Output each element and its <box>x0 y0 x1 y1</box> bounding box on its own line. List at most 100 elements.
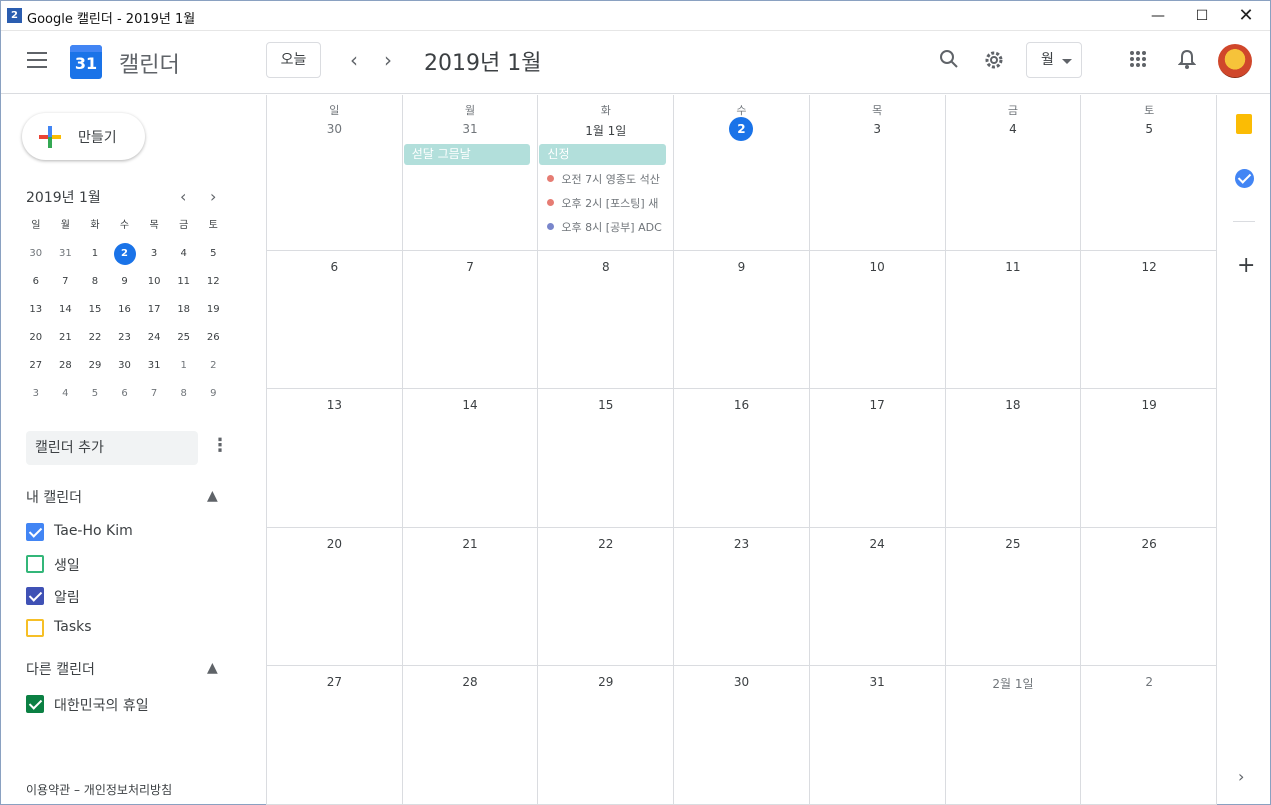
day-number[interactable]: 28 <box>403 675 538 689</box>
mini-day[interactable]: 28 <box>51 355 81 383</box>
keep-icon[interactable] <box>1236 114 1252 134</box>
chevron-up-icon[interactable]: ▲ <box>207 488 218 504</box>
day-cell[interactable]: 28 <box>403 666 539 804</box>
mini-day[interactable]: 26 <box>198 327 228 355</box>
mini-day[interactable]: 31 <box>51 243 81 271</box>
day-number[interactable]: 30 <box>674 675 809 689</box>
day-cell[interactable]: 31 <box>810 666 946 804</box>
checkbox[interactable] <box>26 695 44 713</box>
day-cell[interactable]: 7 <box>403 251 539 388</box>
day-cell[interactable]: 20 <box>267 528 403 665</box>
checkbox[interactable] <box>26 523 44 541</box>
mini-day[interactable]: 3 <box>21 383 51 411</box>
day-number[interactable]: 29 <box>538 675 673 689</box>
mini-day[interactable]: 30 <box>21 243 51 271</box>
mini-day[interactable]: 4 <box>51 383 81 411</box>
day-number[interactable]: 16 <box>674 398 809 412</box>
mini-day[interactable]: 15 <box>80 299 110 327</box>
mini-day[interactable]: 13 <box>21 299 51 327</box>
mini-day[interactable]: 11 <box>169 271 199 299</box>
day-number[interactable]: 8 <box>538 260 673 274</box>
checkbox[interactable] <box>26 555 44 573</box>
day-number[interactable]: 4 <box>946 122 1081 136</box>
checkbox[interactable] <box>26 619 44 637</box>
timed-event[interactable]: 오전 7시 영종도 석산 <box>547 171 671 187</box>
day-cell[interactable]: 29 <box>538 666 675 804</box>
mini-day[interactable]: 29 <box>80 355 110 383</box>
day-cell[interactable]: 12 <box>1081 251 1217 388</box>
mini-day[interactable]: 2 <box>110 243 140 271</box>
expand-icon[interactable]: › <box>1238 767 1244 786</box>
mini-day[interactable]: 22 <box>80 327 110 355</box>
day-number[interactable]: 24 <box>810 537 945 551</box>
day-number[interactable]: 30 <box>267 122 402 136</box>
tasks-icon[interactable] <box>1235 169 1254 188</box>
mini-day[interactable]: 10 <box>139 271 169 299</box>
mini-day[interactable]: 17 <box>139 299 169 327</box>
day-cell[interactable]: 24 <box>810 528 946 665</box>
checkbox[interactable] <box>26 587 44 605</box>
day-cell[interactable]: 6 <box>267 251 403 388</box>
day-number[interactable]: 2 <box>1081 675 1217 689</box>
holiday-event[interactable]: 섣달 그믐날 <box>403 144 531 165</box>
day-cell[interactable]: 21 <box>403 528 539 665</box>
day-cell[interactable]: 19 <box>1081 389 1217 527</box>
day-cell[interactable]: 토5 <box>1081 95 1217 250</box>
day-cell[interactable]: 월 31 섣달 그믐날 <box>403 95 539 250</box>
settings-icon[interactable] <box>983 49 1005 76</box>
day-cell[interactable]: 2월 1일 <box>946 666 1082 804</box>
day-cell[interactable]: 화 1월 1일 신정 오전 7시 영종도 석산 오후 2시 [포스팅] 새 오후 8시 [… <box>538 95 675 250</box>
mini-day[interactable]: 6 <box>21 271 51 299</box>
day-cell[interactable]: 30 <box>674 666 810 804</box>
mini-day[interactable]: 3 <box>139 243 169 271</box>
mini-day[interactable]: 12 <box>198 271 228 299</box>
day-cell[interactable]: 27 <box>267 666 403 804</box>
day-cell[interactable]: 2 <box>1081 666 1217 804</box>
day-number[interactable]: 18 <box>946 398 1081 412</box>
day-number[interactable]: 14 <box>403 398 538 412</box>
day-number[interactable]: 2월 1일 <box>946 675 1081 692</box>
day-number[interactable]: 7 <box>403 260 538 274</box>
day-number[interactable]: 13 <box>267 398 402 412</box>
day-number[interactable]: 2 <box>674 117 809 141</box>
mini-day[interactable]: 23 <box>110 327 140 355</box>
day-number[interactable]: 27 <box>267 675 402 689</box>
mini-day[interactable]: 27 <box>21 355 51 383</box>
day-cell[interactable]: 8 <box>538 251 675 388</box>
day-number[interactable]: 22 <box>538 537 673 551</box>
mini-day[interactable]: 18 <box>169 299 199 327</box>
mini-day[interactable]: 20 <box>21 327 51 355</box>
mini-day[interactable]: 8 <box>80 271 110 299</box>
mini-day[interactable]: 21 <box>51 327 81 355</box>
other-calendars-title[interactable]: 다른 캘린더 <box>26 659 95 679</box>
day-cell[interactable]: 9 <box>674 251 810 388</box>
day-cell[interactable]: 25 <box>946 528 1082 665</box>
day-cell[interactable]: 금4 <box>946 95 1082 250</box>
mini-day[interactable]: 14 <box>51 299 81 327</box>
day-number[interactable]: 1월 1일 <box>538 122 673 139</box>
day-number[interactable]: 21 <box>403 537 538 551</box>
day-cell[interactable]: 18 <box>946 389 1082 527</box>
day-number[interactable]: 12 <box>1081 260 1217 274</box>
day-cell[interactable]: 목3 <box>810 95 946 250</box>
day-number[interactable]: 15 <box>538 398 673 412</box>
day-number[interactable]: 19 <box>1081 398 1217 412</box>
day-number[interactable]: 3 <box>810 122 945 136</box>
day-number[interactable]: 5 <box>1081 122 1217 136</box>
mini-day[interactable]: 1 <box>169 355 199 383</box>
day-number[interactable]: 11 <box>946 260 1081 274</box>
close-icon[interactable]: ✕ <box>1223 1 1269 31</box>
search-icon[interactable] <box>939 49 959 74</box>
mini-day[interactable]: 25 <box>169 327 199 355</box>
day-number[interactable]: 31 <box>810 675 945 689</box>
create-button[interactable]: 만들기 <box>22 113 145 160</box>
mini-day[interactable]: 6 <box>110 383 140 411</box>
day-cell[interactable]: 14 <box>403 389 539 527</box>
mini-day[interactable]: 19 <box>198 299 228 327</box>
add-icon[interactable]: + <box>1237 253 1255 278</box>
timed-event[interactable]: 오후 2시 [포스팅] 새 <box>547 195 671 211</box>
mini-day[interactable]: 8 <box>169 383 199 411</box>
day-cell[interactable]: 17 <box>810 389 946 527</box>
day-cell[interactable]: 일 30 <box>267 95 403 250</box>
mini-day[interactable]: 5 <box>80 383 110 411</box>
